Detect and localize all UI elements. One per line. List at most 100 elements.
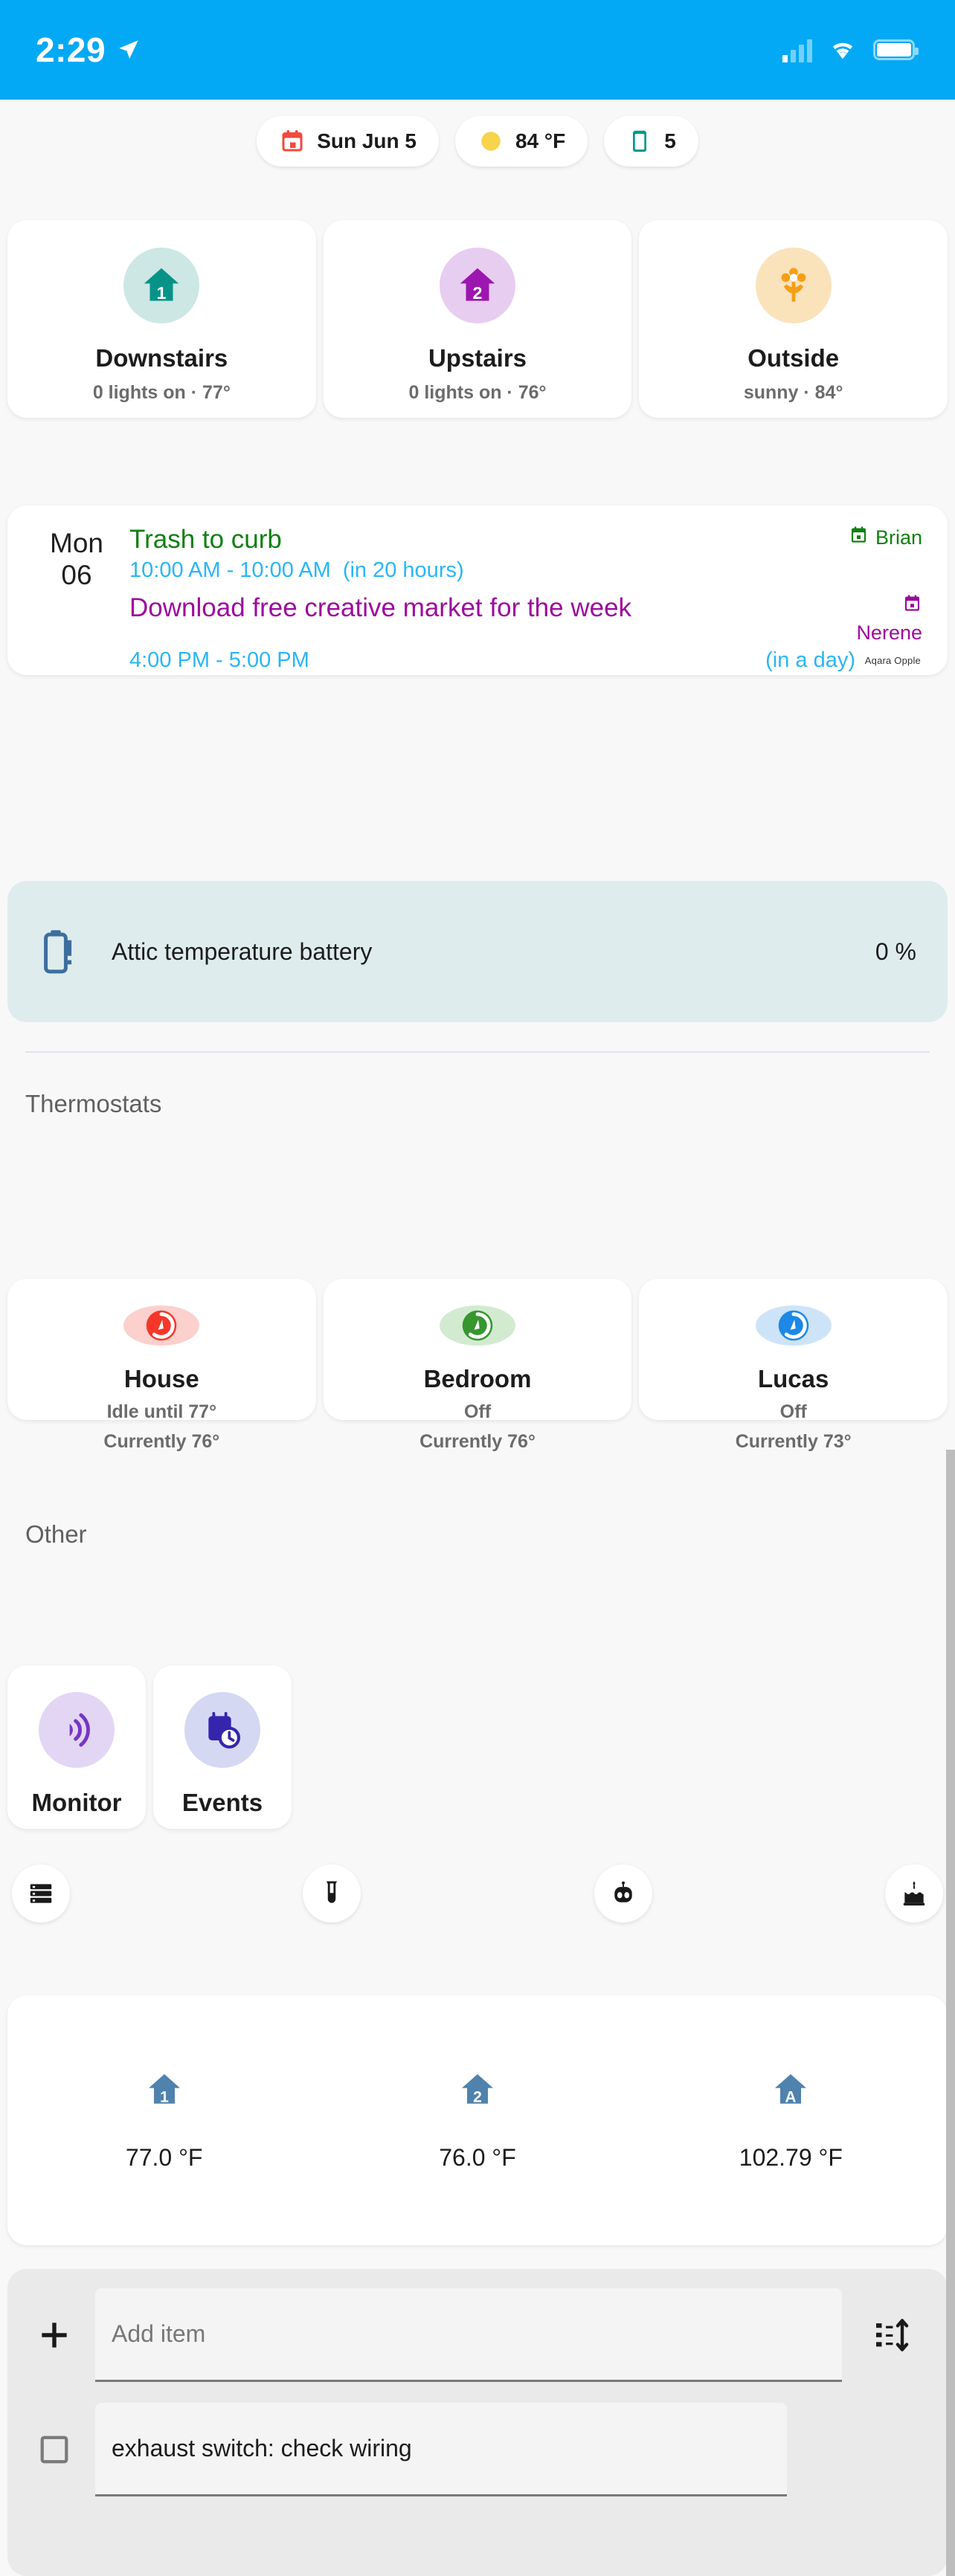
home-floor-1-icon: 1	[144, 2069, 185, 2114]
calendar-event-list: Trash to curb Brian 10:00 AM - 10:00 AM …	[120, 525, 922, 675]
sort-icon[interactable]	[860, 2314, 924, 2356]
test-tube-icon[interactable]	[303, 1865, 361, 1923]
temperature-card[interactable]: 1 77.0 °F 2 76.0 °F A 102.79 °F	[7, 1995, 948, 2245]
calendar-card[interactable]: Mon 06 Trash to curb Brian 10:00 AM - 10…	[7, 506, 948, 675]
thermostat-card-lucas[interactable]: Lucas Off Currently 73°	[639, 1279, 948, 1452]
section-title-other: Other	[25, 1520, 87, 1548]
thermostat-card-bedroom[interactable]: Bedroom Off Currently 76°	[323, 1279, 632, 1452]
other-card-events[interactable]: Events	[153, 1665, 292, 1829]
thermostat-state: Idle until 77°	[106, 1401, 217, 1422]
chip-weather-label: 84 °F	[515, 129, 566, 152]
thermostat-card-house[interactable]: House Idle until 77° Currently 76°	[7, 1279, 316, 1452]
event-title: Download free creative market for the we…	[129, 593, 632, 622]
navigation-arrow-icon	[116, 37, 141, 62]
vertical-scrollbar[interactable]	[946, 1450, 955, 2576]
section-divider	[25, 1051, 930, 1053]
flower-icon	[755, 248, 832, 323]
server-rack-icon[interactable]	[12, 1865, 70, 1923]
chip-date[interactable]: Sun Jun 5	[257, 116, 439, 167]
status-bar-left: 2:29	[36, 30, 141, 70]
temperature-cell: 2 76.0 °F	[321, 2069, 634, 2172]
temperature-cell: A 102.79 °F	[634, 2069, 948, 2172]
tablet-icon	[626, 128, 653, 155]
event-owner-label: Nerene	[856, 621, 922, 644]
event-owner-label: Brian	[875, 526, 922, 549]
list-item-text[interactable]: exhaust switch: check wiring	[95, 2403, 787, 2496]
calendar-date: Mon 06	[33, 525, 120, 675]
area-card-upstairs[interactable]: 2 Upstairs 0 lights on · 76°	[323, 220, 632, 418]
add-item-row: Add item	[31, 2288, 924, 2382]
summary-chip-row: Sun Jun 5 84 °F 5	[0, 116, 955, 167]
calendar-day-number: 06	[61, 560, 92, 590]
calendar-day-of-week: Mon	[50, 528, 103, 558]
wifi-icon	[829, 37, 857, 63]
home-floor-attic-icon: A	[770, 2069, 811, 2114]
area-card-outside[interactable]: Outside sunny · 84°	[639, 220, 948, 418]
temperature-value: 76.0 °F	[439, 2144, 516, 2171]
other-card-label: Monitor	[31, 1789, 122, 1816]
thermostat-state: Off	[463, 1401, 492, 1422]
sun-icon	[478, 128, 504, 155]
calendar-clock-icon	[184, 1692, 260, 1768]
section-title-thermostats: Thermostats	[25, 1090, 162, 1117]
other-card-label: Events	[181, 1789, 263, 1816]
calendar-icon	[902, 593, 922, 619]
robot-icon[interactable]	[594, 1865, 652, 1923]
thermostat-icon	[755, 1305, 832, 1346]
battery-icon	[873, 39, 919, 60]
event-owner: Nerene	[856, 593, 922, 645]
temperature-value: 77.0 °F	[125, 2144, 203, 2171]
chip-weather[interactable]: 84 °F	[454, 116, 588, 167]
home-floor-2-icon: 2	[457, 2069, 498, 2114]
area-card-row: 1 Downstairs 0 lights on · 77° 2 Upstair…	[7, 220, 948, 418]
home-floor-1-icon: 1	[123, 248, 200, 323]
calendar-event[interactable]: Download free creative market for the we…	[129, 593, 922, 673]
birthday-cake-icon[interactable]	[884, 1865, 943, 1923]
svg-text:1: 1	[160, 2088, 169, 2105]
calendar-event[interactable]: Trash to curb Brian 10:00 AM - 10:00 AM …	[129, 525, 922, 583]
temperature-cell: 1 77.0 °F	[7, 2069, 321, 2172]
thermostat-icon	[440, 1305, 515, 1346]
thermostat-card-row: House Idle until 77° Currently 76° Bedro…	[7, 1279, 948, 1452]
chip-devices-label: 5	[664, 129, 676, 152]
chip-devices[interactable]: 5	[604, 116, 698, 167]
area-card-downstairs[interactable]: 1 Downstairs 0 lights on · 77°	[7, 220, 316, 418]
thermostat-current: Currently 73°	[735, 1431, 852, 1452]
event-owner: Brian	[849, 525, 922, 550]
svg-text:2: 2	[473, 283, 483, 303]
svg-text:2: 2	[473, 2088, 482, 2105]
svg-text:A: A	[785, 2088, 797, 2105]
event-title: Trash to curb	[129, 525, 282, 554]
cellular-signal-icon	[782, 37, 812, 62]
status-bar: 2:29	[0, 0, 955, 100]
clock: 2:29	[36, 30, 106, 69]
shopping-list-panel: Add item exhaust switch: check wiring	[7, 2269, 948, 2576]
battery-alert-icon	[39, 928, 79, 975]
list-item: exhaust switch: check wiring	[31, 2403, 924, 2496]
thermostat-current: Currently 76°	[103, 1431, 220, 1452]
event-relative-time: (in 20 hours)	[342, 558, 464, 582]
area-name: Upstairs	[428, 344, 527, 372]
home-floor-2-icon: 2	[440, 248, 515, 323]
other-card-monitor[interactable]: Monitor	[7, 1665, 146, 1829]
thermostat-current: Currently 76°	[419, 1431, 536, 1452]
checkbox-unchecked-icon[interactable]	[31, 2433, 77, 2467]
battery-alert-row[interactable]: Attic temperature battery 0 %	[7, 881, 948, 1022]
battery-alert-label: Attic temperature battery	[112, 937, 373, 965]
status-bar-right	[782, 37, 919, 63]
quick-icon-row	[7, 1865, 948, 1923]
svg-text:1: 1	[157, 283, 167, 303]
plus-icon[interactable]	[31, 2317, 77, 2354]
thermostat-name: House	[123, 1365, 199, 1392]
add-item-input[interactable]: Add item	[95, 2288, 842, 2382]
area-name: Downstairs	[95, 344, 228, 372]
event-time: 10:00 AM - 10:00 AM	[129, 558, 331, 582]
calendar-icon	[849, 525, 869, 550]
temperature-value: 102.79 °F	[739, 2144, 843, 2171]
app-screen: 2:29 Sun Jun 5 84 °F 5 1 Downstairs 0 li…	[0, 0, 955, 2576]
area-name: Outside	[747, 344, 840, 372]
event-relative-time: (in a day)	[765, 648, 855, 672]
motion-sensor-icon	[39, 1692, 115, 1768]
thermostat-icon	[123, 1305, 200, 1346]
other-card-row: Monitor Events	[7, 1665, 948, 1829]
